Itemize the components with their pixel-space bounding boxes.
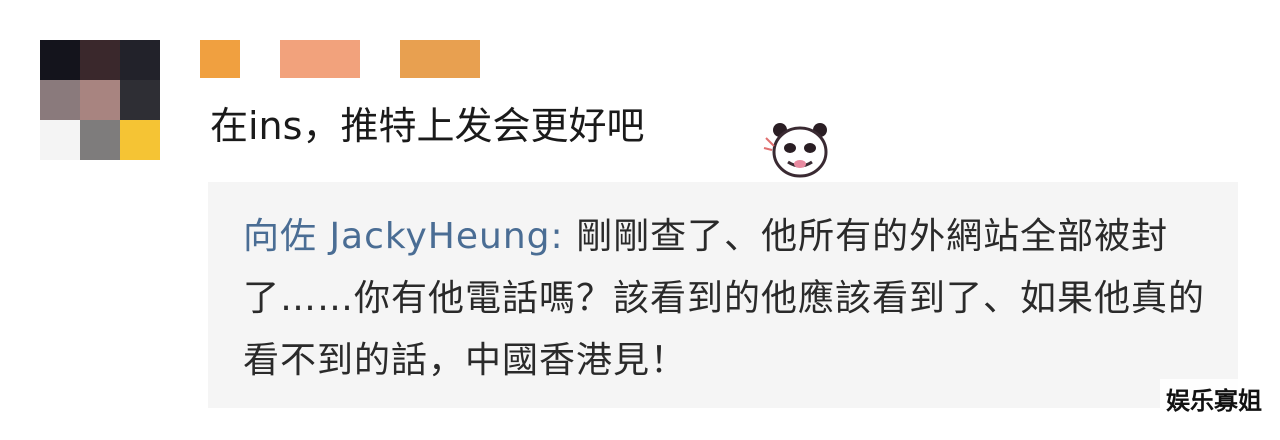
comment-text: 在ins，推特上发会更好吧 [210,104,645,148]
reply-author[interactable]: 向佐 JackyHeung: [243,216,564,257]
panda-sticker-icon [763,123,828,178]
watermark: 娱乐寡姐 [1160,379,1268,418]
blurred-avatar[interactable] [40,40,160,160]
blurred-username[interactable] [200,40,490,78]
reply-text: 向佐 JackyHeung: 剛剛查了、他所有的外網站全部被封了……你有他電話嗎… [243,206,1233,392]
